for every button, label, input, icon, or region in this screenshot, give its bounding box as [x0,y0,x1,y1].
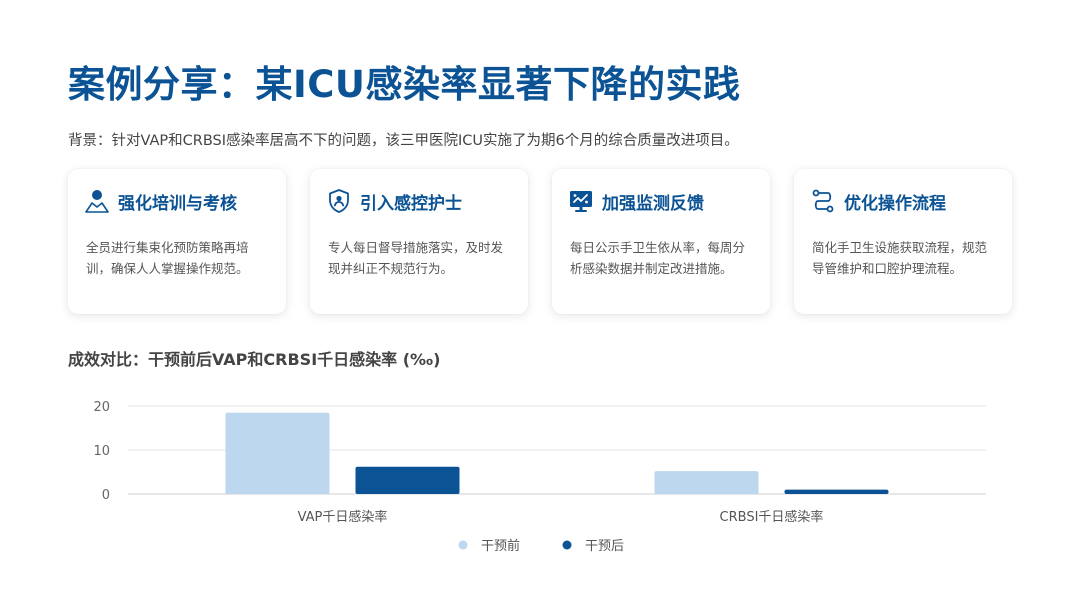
card-monitoring: 加强监测反馈 每日公示手卫生依从率，每周分析感染数据并制定改进措施。 [552,169,770,314]
card-title: 引入感控护士 [360,193,462,214]
y-tick-label: 0 [102,488,110,503]
legend-marker [458,540,468,550]
x-tick-label: CRBSI千日感染率 [720,509,824,525]
card-description: 每日公示手卫生依从率，每周分析感染数据并制定改进措施。 [570,240,746,276]
card-infection-nurse: 引入感控护士 专人每日督导措施落实，及时发现并纠正不规范行为。 [310,169,528,314]
x-tick-label: VAP千日感染率 [298,509,388,525]
card-title: 加强监测反馈 [602,193,704,214]
bar-before [225,412,330,494]
legend-marker [562,540,572,550]
bar-chart: 0 10 20 VAP千日感染率 CRBSI千日感染率干预前 干预后 [93,400,986,554]
monitor-chart-icon [568,188,594,214]
card-title: 优化操作流程 [844,193,946,214]
card-workflow: 优化操作流程 简化手卫生设施获取流程，规范导管维护和口腔护理流程。 [794,169,1012,314]
card-description: 简化手卫生设施获取流程，规范导管维护和口腔护理流程。 [812,240,988,276]
card-description: 专人每日督导措施落实，及时发现并纠正不规范行为。 [328,240,504,276]
card-description: 全员进行集束化预防策略再培训，确保人人掌握操作规范。 [86,240,249,276]
y-tick-label: 20 [93,400,110,415]
card-title: 强化培训与考核 [118,193,237,214]
workflow-icon [810,188,836,214]
bar-before [654,471,759,494]
page-subtitle: 背景：针对VAP和CRBSI感染率居高不下的问题，该三甲医院ICU实施了为期6个… [68,133,739,149]
legend-label: 干预前 [481,538,520,554]
card-training: 强化培训与考核 全员进行集束化预防策略再培训，确保人人掌握操作规范。 [68,169,286,314]
bar-after [355,466,460,494]
page-title: 案例分享：某ICU感染率显著下降的实践 [68,63,741,106]
chart-title: 成效对比：干预前后VAP和CRBSI千日感染率 (‰) [68,350,441,369]
bar-after [784,489,889,494]
trainer-icon [84,188,110,214]
y-tick-label: 10 [93,444,110,459]
legend-label: 干预后 [585,539,624,554]
measure-cards: 强化培训与考核 全员进行集束化预防策略再培训，确保人人掌握操作规范。 引入感控护… [68,169,1012,314]
shield-user-icon [326,188,352,214]
